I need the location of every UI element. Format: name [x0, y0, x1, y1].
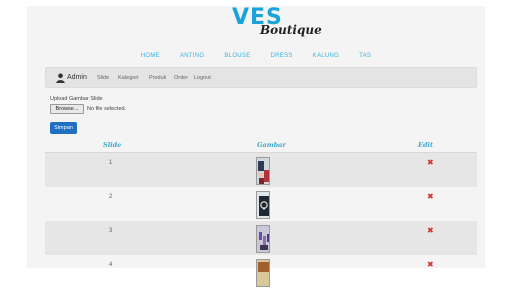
nav-item-blouse[interactable]: BLOUSE: [224, 49, 250, 63]
table-row: 4 ✖: [45, 255, 477, 289]
file-status-text: No file selected.: [87, 106, 127, 112]
slide-number: 1: [109, 160, 113, 166]
browse-button[interactable]: Browse...: [50, 104, 84, 114]
main-nav: HOME ANTING BLOUSE DRESS KALUNG TAS: [27, 49, 485, 63]
admin-link-produk[interactable]: Produk: [149, 74, 166, 83]
save-button[interactable]: Simpan: [50, 122, 77, 134]
slide-number: 3: [109, 228, 113, 234]
column-header-edit: Edit: [418, 141, 433, 149]
table-row: 3 ✖: [45, 221, 477, 255]
table-row: 1 ✖: [45, 153, 477, 187]
slide-number: 2: [109, 194, 113, 200]
user-icon: [56, 73, 65, 83]
admin-bar: Admin Slide Kategori Produk Order Logout: [45, 67, 477, 88]
admin-link-kategori[interactable]: Kategori: [118, 74, 139, 83]
table-header: Slide Gambar Edit: [45, 138, 477, 152]
admin-link-slide[interactable]: Slide: [97, 74, 109, 83]
upload-label: Upload Gambar Slide: [50, 96, 103, 102]
slide-number: 4: [109, 262, 113, 268]
slide-thumbnail[interactable]: [256, 191, 270, 219]
admin-link-logout[interactable]: Logout: [194, 74, 211, 83]
nav-item-tas[interactable]: TAS: [359, 49, 371, 63]
column-header-gambar: Gambar: [257, 141, 286, 149]
delete-icon[interactable]: ✖: [427, 227, 434, 235]
logo-text-boutique: Boutique: [260, 23, 322, 37]
delete-icon[interactable]: ✖: [427, 159, 434, 167]
slide-thumbnail[interactable]: [256, 259, 270, 287]
delete-icon[interactable]: ✖: [427, 193, 434, 201]
column-header-slide: Slide: [103, 141, 122, 149]
nav-item-dress[interactable]: DRESS: [271, 49, 293, 63]
slide-thumbnail[interactable]: [256, 225, 270, 253]
admin-user-label[interactable]: Admin: [67, 73, 87, 83]
nav-item-anting[interactable]: ANTING: [180, 49, 204, 63]
nav-item-kalung[interactable]: KALUNG: [313, 49, 339, 63]
nav-item-home[interactable]: HOME: [141, 49, 160, 63]
brand-logo[interactable]: VES Boutique: [232, 6, 332, 42]
table-row: 2 ✖: [45, 187, 477, 221]
admin-link-order[interactable]: Order: [174, 74, 188, 83]
slide-thumbnail[interactable]: [256, 157, 270, 185]
